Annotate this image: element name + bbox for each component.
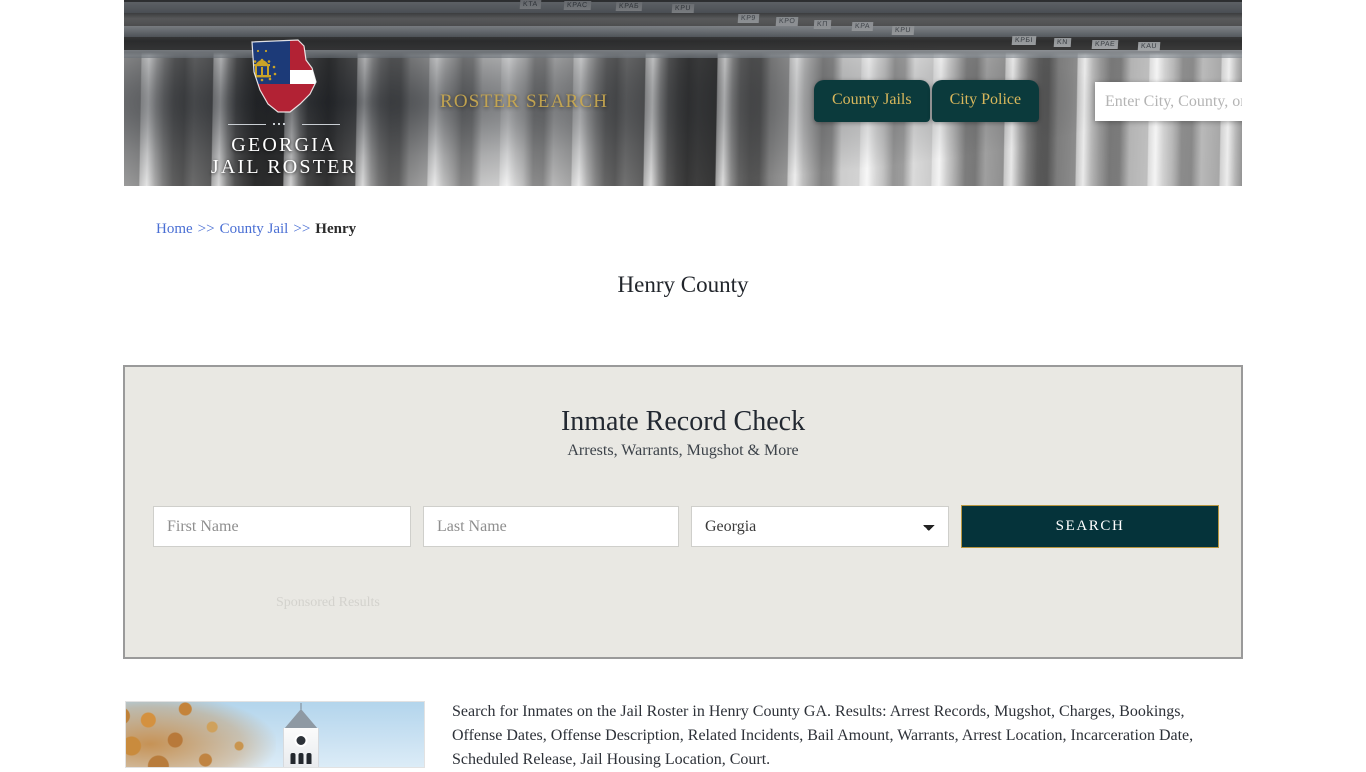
nav-city-police[interactable]: City Police xyxy=(931,80,1040,122)
panel-subtitle: Arrests, Warrants, Mugshot & More xyxy=(567,442,799,459)
header-search-box xyxy=(1095,82,1242,121)
breadcrumb: Home >> County Jail >> Henry xyxy=(156,221,356,238)
last-name-input[interactable] xyxy=(423,506,679,547)
state-select[interactable]: Georgia xyxy=(691,506,949,547)
clock-tower xyxy=(278,703,324,767)
courthouse-thumbnail xyxy=(125,701,425,768)
clock-face xyxy=(294,734,308,747)
inmate-search-form: Georgia SEARCH xyxy=(153,505,1219,548)
logo-divider xyxy=(228,120,340,129)
page-description: Search for Inmates on the Jail Roster in… xyxy=(452,703,1194,768)
autumn-tree xyxy=(126,702,276,767)
inmate-record-check-panel: Inmate Record Check Arrests, Warrants, M… xyxy=(123,365,1243,659)
panel-title: Inmate Record Check xyxy=(560,406,806,437)
inmate-search-button[interactable]: SEARCH xyxy=(961,505,1219,548)
breadcrumb-current: Henry xyxy=(315,221,357,237)
header-nav: County Jails City Police xyxy=(814,80,1040,122)
header-search-input[interactable] xyxy=(1095,82,1242,121)
site-logo[interactable]: GEORGIA JAIL ROSTER xyxy=(189,38,379,179)
first-name-input[interactable] xyxy=(153,506,411,547)
breadcrumb-separator-2: >> xyxy=(293,221,311,237)
nav-county-jails[interactable]: County Jails xyxy=(814,80,930,122)
site-tagline: ROSTER SEARCH xyxy=(440,91,609,112)
logo-text-line1: GEORGIA xyxy=(231,134,337,156)
breadcrumb-county-jail[interactable]: County Jail xyxy=(220,221,289,237)
logo-text-line2: JAIL ROSTER xyxy=(210,156,358,179)
sponsored-results-label: Sponsored Results xyxy=(276,595,380,610)
georgia-state-flag-icon xyxy=(234,38,334,116)
page-title: Henry County xyxy=(617,272,749,297)
breadcrumb-home[interactable]: Home xyxy=(156,221,193,237)
breadcrumb-separator-1: >> xyxy=(197,221,215,237)
site-header: KTA KPAC KPAБ KPU KP9 KPO KП KPA KPU KPБ… xyxy=(124,0,1242,186)
